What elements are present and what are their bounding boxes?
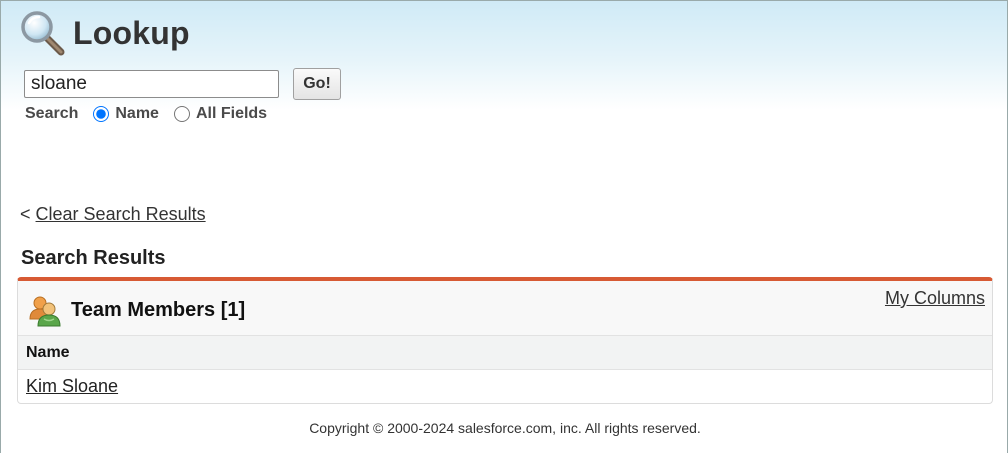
scope-option-all-fields-label: All Fields xyxy=(195,105,268,122)
my-columns-link[interactable]: My Columns xyxy=(885,288,985,309)
go-button[interactable]: Go! xyxy=(293,68,341,100)
all-fields-radio[interactable] xyxy=(173,106,190,122)
results-panel-header: Team Members [1] My Columns xyxy=(18,281,992,336)
clear-results-row: < Clear Search Results xyxy=(20,204,206,225)
clear-search-results-link[interactable]: Clear Search Results xyxy=(36,204,206,224)
team-members-title: Team Members [1] xyxy=(71,299,246,321)
table-row: Kim Sloane xyxy=(18,370,992,404)
page-title: Lookup xyxy=(73,14,190,51)
page-header: Lookup xyxy=(19,9,190,57)
copyright-footer: Copyright © 2000-2024 salesforce.com, in… xyxy=(309,420,701,436)
results-panel: Team Members [1] My Columns Name Kim Slo… xyxy=(17,277,993,404)
results-table: Name Kim Sloane xyxy=(18,336,992,403)
table-cell-name: Kim Sloane xyxy=(18,370,992,404)
scope-option-name-label: Name xyxy=(115,105,159,122)
back-chevron: < xyxy=(20,204,31,224)
name-radio[interactable] xyxy=(93,106,110,122)
column-header-name[interactable]: Name xyxy=(18,336,992,370)
search-scope: Search Name All Fields xyxy=(25,105,267,123)
record-link-kim-sloane[interactable]: Kim Sloane xyxy=(26,376,118,396)
search-input[interactable] xyxy=(24,70,279,98)
team-members-icon xyxy=(29,296,61,327)
search-bar: Go! xyxy=(24,68,341,100)
scope-option-all-fields[interactable]: All Fields xyxy=(173,105,268,123)
results-table-header-row: Name xyxy=(18,336,992,370)
magnifier-icon xyxy=(21,11,65,56)
search-results-heading: Search Results xyxy=(21,247,166,269)
scope-option-name[interactable]: Name xyxy=(93,105,159,123)
search-scope-label: Search xyxy=(25,105,79,122)
